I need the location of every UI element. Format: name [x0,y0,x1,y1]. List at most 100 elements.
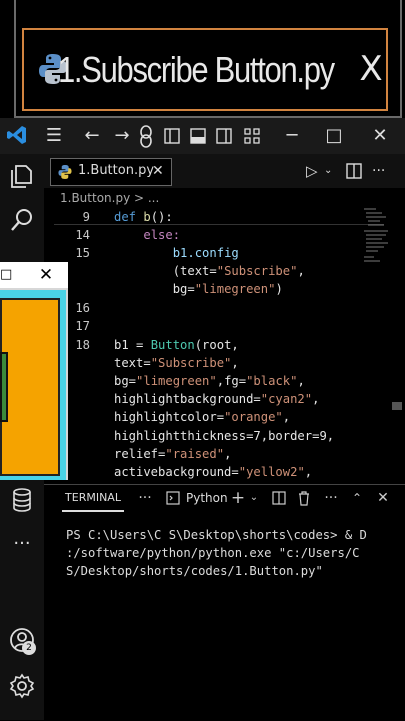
explorer-icon[interactable] [8,162,36,190]
code-line-18-wrap5: highlightthickness=7,border=9, [60,427,334,445]
code-text: ,fg= [216,374,247,388]
maximize-panel-icon[interactable]: ⌃ [350,487,364,509]
code-text: ) [275,282,283,296]
python-file-icon [58,165,72,179]
code-line-15-wrap2: bg="limegreen") [60,280,283,298]
code-text: b1 = [114,338,151,352]
panel-more2-icon[interactable]: ··· [320,487,342,509]
forward-arrow-icon[interactable]: → [110,124,134,148]
code-text: relief= [114,447,166,461]
code-text: , [224,447,232,461]
close-panel-icon[interactable]: ✕ [374,487,392,509]
code-text: highlightcolor= [114,410,225,424]
layout-secondary-icon[interactable] [216,128,232,144]
code-text: text= [114,356,151,370]
layout-panel-icon[interactable] [190,128,206,144]
code-text: (): [150,210,173,224]
code-text: , [297,264,305,278]
code-text: activebackground= [114,465,239,479]
split-terminal-icon[interactable] [272,491,286,505]
code-function: b [143,210,151,224]
terminal-shell-icon [166,491,180,505]
code-string: "raised" [165,447,225,461]
code-string: "black" [246,374,298,388]
code-text: , [297,374,305,388]
breadcrumb-text: 1.Button.py > ... [60,191,160,205]
terminal-line: S/Desktop/shorts/codes/1.Button.py" [66,564,323,578]
new-terminal-icon[interactable]: + [230,487,246,509]
code-text: b1.config [172,246,239,260]
code-string: "limegreen" [194,282,276,296]
code-line-14: 14 else: [60,226,180,244]
code-line-16: 16 [60,299,114,317]
maximize-window-icon[interactable]: □ [322,124,346,148]
breadcrumb[interactable]: 1.Button.py > ... [60,188,360,208]
code-string: "cyan2" [260,392,313,406]
code-line-17: 17 [60,317,114,335]
code-line-18-wrap4: highlightcolor="orange", [60,408,290,426]
terminal-line: :/software/python/python.exe "c:/Users/C [66,546,360,560]
search-icon[interactable] [8,206,36,234]
database-icon[interactable] [8,486,36,514]
code-line-18-wrap2: bg="limegreen",fg="black", [60,372,305,390]
code-line-18-wrap6: relief="raised", [60,445,231,463]
editor-tab-close-icon[interactable]: ✕ [152,160,168,182]
tk-maximize-icon[interactable]: □ [0,266,12,284]
subscribe-button-inner [0,352,8,422]
run-dropdown-icon[interactable]: ⌄ [324,160,338,182]
code-text: , [282,410,291,424]
terminal-dropdown-icon[interactable]: ⌄ [248,487,260,509]
minimap[interactable] [362,206,390,270]
banner-frame-left [14,0,16,118]
terminal-line: PS C:\Users\C S\Desktop\shorts\codes> & … [66,528,367,542]
line-number: 14 [75,228,90,242]
account-badge: 2 [22,641,36,655]
line-number: 15 [75,246,90,260]
code-text: (root, [194,338,239,352]
code-line-15: 15 b1.config [60,244,239,262]
code-string: "Subscribe" [216,264,298,278]
code-text: highlightthickness=7,border=9, [114,429,335,443]
terminal-tab[interactable]: TERMINAL [62,486,124,512]
vscode-logo-icon [7,126,26,144]
layout-sidebar-icon[interactable] [164,128,180,144]
banner-tab-title: 1.Subscribe Button.py [58,49,335,90]
trash-icon[interactable] [297,490,311,506]
code-line-18-wrap3: highlightbackground="cyan2", [60,390,319,408]
code-keyword: else: [143,228,181,242]
code-string: "Subscribe" [150,356,232,370]
panel-more-icon[interactable]: ··· [134,487,156,509]
subscribe-button[interactable] [0,298,60,476]
tk-close-icon[interactable]: ✕ [36,264,56,286]
code-text: , [304,465,313,479]
code-text: bg= [114,374,137,388]
code-text: , [312,392,320,406]
minimize-window-icon[interactable]: ─ [280,124,304,148]
code-text: (text= [172,264,217,278]
split-editor-icon[interactable] [346,163,362,179]
editor-more-icon[interactable]: ··· [372,160,396,182]
code-string: "limegreen" [136,374,217,388]
code-keyword: def [114,210,144,224]
editor-scrollbar-thumb[interactable] [392,402,402,410]
customize-layout-icon[interactable] [244,128,260,144]
menu-icon[interactable]: ☰ [42,124,66,148]
close-window-icon[interactable]: ✕ [368,124,392,148]
back-arrow-icon[interactable]: ← [80,124,104,148]
banner-close-icon[interactable]: X [356,46,386,92]
code-text: bg= [172,282,195,296]
editor-tab-label: 1.Button.py [78,163,155,178]
code-line-18-wrap1: text="Subscribe", [60,354,239,372]
code-line-15-wrap1: (text="Subscribe", [60,262,305,280]
code-text: highlightbackground= [114,392,261,406]
run-icon[interactable]: ▷ [306,160,324,182]
code-line-18-wrap7: activebackground="yellow2", [60,463,312,481]
settings-gear-icon[interactable] [8,672,36,700]
terminal-output[interactable]: PS C:\Users\C S\Desktop\shorts\codes> & … [66,526,396,586]
copilot-icon[interactable] [138,124,154,148]
more-icon[interactable]: ··· [8,532,36,556]
code-text: , [231,356,239,370]
code-class: Button [150,338,195,352]
code-string: "yellow2" [238,465,305,479]
bottom-panel [44,484,405,721]
